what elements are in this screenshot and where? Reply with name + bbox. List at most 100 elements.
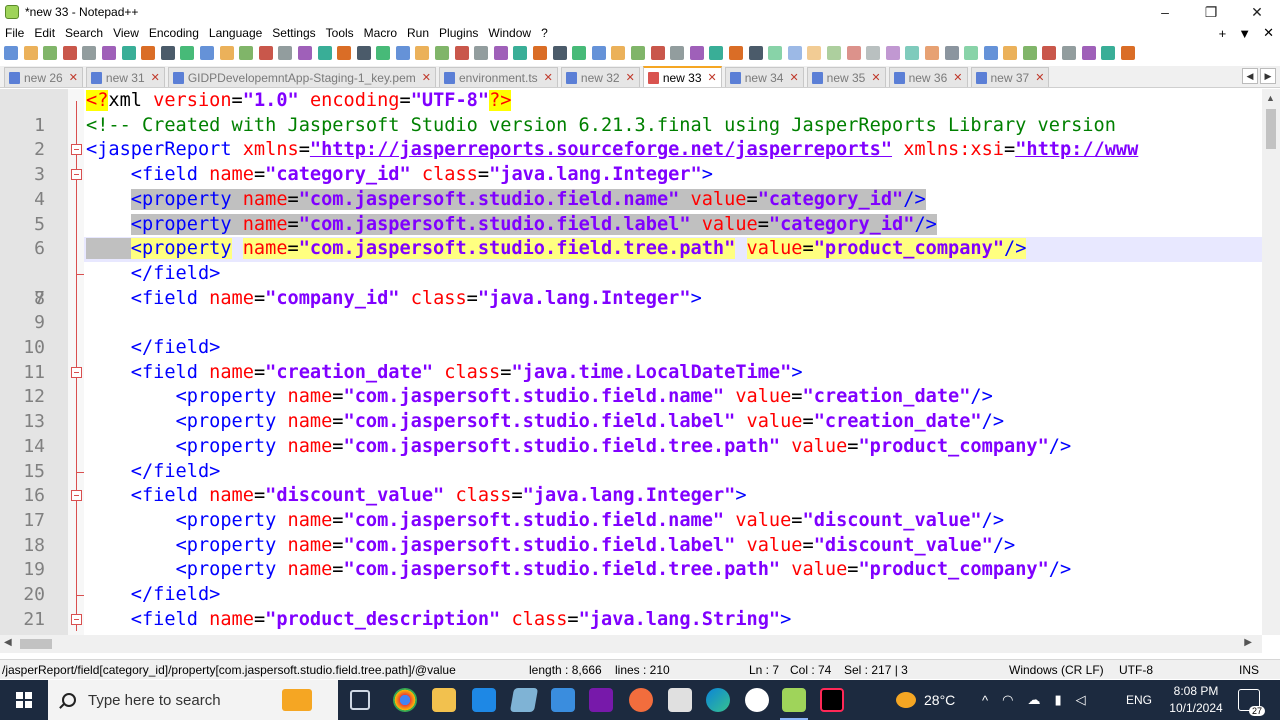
toolbar-button-icon[interactable] [376,46,391,60]
menu-view[interactable]: View [108,26,144,40]
tab-new-36[interactable]: new 36 ✕ [888,67,968,87]
toolbar-button-icon[interactable] [944,46,959,60]
edge-icon[interactable] [706,688,730,712]
toolbar-button-icon[interactable] [141,46,156,60]
toolbar-button-icon[interactable] [670,46,685,60]
toolbar-button-icon[interactable] [121,46,136,60]
menu-window[interactable]: Window [483,26,536,40]
chrome-icon[interactable] [393,688,417,712]
code-area[interactable]: 1 <?xml version="1.0" encoding="UTF-8"?>… [0,89,1262,635]
fold-toggle-icon[interactable] [71,366,82,378]
toolbar-button-icon[interactable] [180,46,195,60]
fold-toggle-icon[interactable] [71,144,82,156]
task-view-icon[interactable] [350,690,370,710]
toolbar-button-icon[interactable] [631,46,645,60]
toolbar-button-icon[interactable] [826,46,841,60]
close-doc-icon[interactable]: ✕ [1263,25,1274,41]
new-tab-icon[interactable]: + [1219,26,1227,41]
toolbar-button-icon[interactable] [768,46,783,60]
toolbar-button-icon[interactable] [1062,46,1077,60]
tab-list-icon[interactable]: ▼ [1238,26,1251,41]
tab-close-icon[interactable]: ✕ [953,71,962,84]
toolbar-button-icon[interactable] [23,46,38,60]
toolbar-button-icon[interactable] [748,46,763,60]
menu-settings[interactable]: Settings [267,26,320,40]
show-hidden-icons-icon[interactable]: ^ [982,693,988,708]
tab-gidpdevelopemntapp-staging-1-key-pem[interactable]: GIDPDevelopemntApp-Staging-1_key.pem ✕ [167,67,436,87]
menu-macro[interactable]: Macro [359,26,402,40]
toolbar-button-icon[interactable] [395,46,410,60]
toolbar-button-icon[interactable] [435,46,450,60]
tab-close-icon[interactable]: ✕ [69,71,78,84]
menu-help[interactable]: ? [536,26,553,40]
toolbar-button-icon[interactable] [1003,46,1018,60]
toolbar-button-icon[interactable] [709,46,724,60]
toolbar-button-icon[interactable] [160,46,175,60]
vertical-scroll-thumb[interactable] [1266,109,1276,149]
toolbar-button-icon[interactable] [728,46,743,60]
app-icon[interactable] [509,688,539,712]
value-xsi-link[interactable]: "http://www [1015,139,1138,160]
tab-new-31[interactable]: new 31 ✕ [85,67,165,87]
toolbar-button-icon[interactable] [807,46,822,60]
toolbar-button-icon[interactable] [454,46,469,60]
toolbar-button-icon[interactable] [650,46,665,60]
network-icon[interactable]: ◠ [1002,692,1013,708]
tab-new-34[interactable]: new 34 ✕ [724,67,804,87]
fold-toggle-icon[interactable] [71,613,82,625]
vertical-scrollbar[interactable]: ▲ [1262,89,1280,635]
toolbar-button-icon[interactable] [846,46,861,60]
toolbar-button-icon[interactable] [297,46,312,60]
scroll-up-icon[interactable]: ▲ [1266,93,1275,103]
menu-run[interactable]: Run [402,26,434,40]
menu-encoding[interactable]: Encoding [144,26,204,40]
taskbar-search[interactable]: Type here to search [48,680,338,720]
scroll-right-icon[interactable]: ▶ [1244,637,1252,648]
mail-icon[interactable] [472,688,496,712]
menu-tools[interactable]: Tools [321,26,359,40]
toolbar-button-icon[interactable] [101,46,116,60]
tab-environment-ts[interactable]: environment.ts ✕ [438,67,558,87]
tab-new-32[interactable]: new 32 ✕ [560,67,640,87]
weather-widget[interactable]: 28°C [896,680,955,720]
toolbar-button-icon[interactable] [4,46,18,60]
toolbar-button-icon[interactable] [924,46,939,60]
toolbar-button-icon[interactable] [1120,46,1135,60]
toolbar-button-icon[interactable] [905,46,920,60]
toolbar-button-icon[interactable] [474,46,489,60]
volume-icon[interactable]: ◁ [1076,692,1086,708]
app-icon[interactable] [745,688,769,712]
toolbar-button-icon[interactable] [983,46,998,60]
value-xmlns-link[interactable]: "http://jasperreports.sourceforge.net/ja… [310,139,892,160]
toolbar-button-icon[interactable] [866,46,881,60]
tab-close-icon[interactable]: ✕ [871,71,880,84]
cloud-icon[interactable]: ☁ [1027,692,1040,708]
toolbar-button-icon[interactable] [885,46,900,60]
toolbar-button-icon[interactable] [278,46,293,60]
toolbar-button-icon[interactable] [317,46,332,60]
toolbar-button-icon[interactable] [1042,46,1057,60]
toolbar-button-icon[interactable] [493,46,508,60]
onenote-icon[interactable] [589,688,613,712]
tab-close-icon[interactable]: ✕ [544,71,553,84]
toolbar-button-icon[interactable] [43,46,58,60]
minimize-icon[interactable]: – [1142,0,1188,24]
toolbar-button-icon[interactable] [591,46,606,60]
app-icon[interactable] [551,688,575,712]
clock[interactable]: 8:08 PM 10/1/2024 [1166,683,1226,717]
toolbar-button-icon[interactable] [964,46,979,60]
notification-icon[interactable]: 27 [1238,689,1265,716]
tab-new-35[interactable]: new 35 ✕ [806,67,886,87]
input-language[interactable]: ENG [1126,680,1152,720]
toolbar-button-icon[interactable] [533,46,548,60]
toolbar-button-icon[interactable] [787,46,802,60]
toolbar-button-icon[interactable] [199,46,214,60]
toolbar-button-icon[interactable] [219,46,234,60]
menu-search[interactable]: Search [60,26,108,40]
tab-new-33[interactable]: new 33 ✕ [642,66,722,87]
toolbar-button-icon[interactable] [689,46,704,60]
menu-edit[interactable]: Edit [29,26,60,40]
toolbar-button-icon[interactable] [611,46,626,60]
tab-new-37[interactable]: new 37 ✕ [970,67,1050,87]
editor[interactable]: 1 <?xml version="1.0" encoding="UTF-8"?>… [0,89,1280,635]
